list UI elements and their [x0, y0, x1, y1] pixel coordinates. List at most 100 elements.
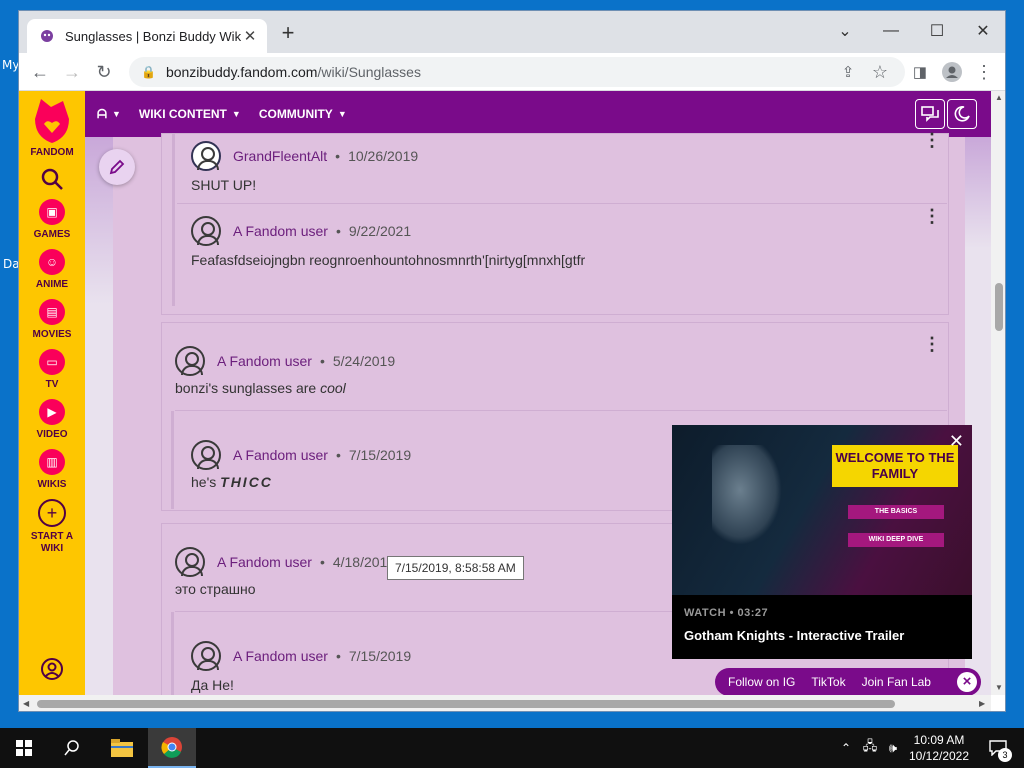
discussions-icon[interactable] — [915, 99, 945, 129]
notification-center-icon[interactable]: 3 — [980, 728, 1016, 768]
video-watch-duration: WATCH • 03:27 — [684, 607, 769, 619]
comment-author[interactable]: A Fandom user — [233, 648, 328, 664]
edit-pencil-button[interactable] — [99, 149, 135, 185]
lock-icon: 🔒 — [141, 65, 156, 79]
sidebar-label: START A WIKI — [30, 531, 74, 554]
separator: • — [319, 554, 325, 570]
user-avatar[interactable] — [191, 440, 221, 470]
url-path: /wiki/Sunglasses — [317, 64, 421, 80]
video-player-popup[interactable]: WELCOME TO THE FAMILY THE BASICS WIKI DE… — [672, 425, 972, 659]
anime-face-icon: ☺ — [38, 249, 65, 275]
close-window-icon[interactable]: ✕ — [969, 17, 997, 45]
comment-date[interactable]: 5/24/2019 — [333, 353, 395, 369]
close-tab-icon[interactable]: ✕ — [241, 27, 259, 45]
side-panel-icon[interactable]: ◨ — [907, 59, 933, 85]
sidebar-item-start-wiki[interactable]: + START A WIKI — [27, 499, 77, 555]
new-tab-button[interactable]: + — [277, 22, 299, 45]
tray-chevron-up-icon[interactable]: ⌃ — [834, 728, 858, 768]
global-search-icon[interactable] — [40, 167, 64, 191]
network-icon[interactable]: 🖧 — [858, 728, 882, 768]
video-headline: WELCOME TO THE FAMILY — [832, 445, 958, 487]
maximize-icon[interactable]: ☐ — [923, 17, 951, 45]
comment-options-icon[interactable]: ⋮ — [923, 207, 941, 225]
tab-strip: Sunglasses | Bonzi Buddy Wikia | ✕ + ⌄ —… — [19, 11, 1005, 53]
follow-ig-link[interactable]: Follow on IG — [728, 675, 795, 689]
start-button[interactable] — [0, 728, 48, 768]
dark-mode-moon-icon[interactable] — [947, 99, 977, 129]
comment-date[interactable]: 9/22/2021 — [349, 223, 411, 239]
video-title[interactable]: Gotham Knights - Interactive Trailer — [684, 628, 904, 643]
close-video-icon[interactable]: ✕ — [949, 432, 964, 450]
menu-kebab-icon[interactable]: ⋮ — [971, 59, 997, 85]
profile-avatar-icon[interactable] — [939, 59, 965, 85]
user-avatar[interactable] — [175, 547, 205, 577]
tiktok-link[interactable]: TikTok — [811, 675, 845, 689]
taskbar-clock[interactable]: 10:09 AM 10/12/2022 — [904, 732, 974, 764]
user-avatar[interactable] — [191, 141, 221, 171]
pencil-icon — [109, 159, 125, 175]
user-avatar[interactable] — [191, 216, 221, 246]
tv-icon: ▭ — [39, 349, 65, 375]
user-account-icon[interactable] — [40, 657, 64, 681]
comment-text: he's — [191, 474, 221, 490]
nav-label: COMMUNITY — [258, 107, 333, 121]
sidebar-item-anime[interactable]: ☺ ANIME — [36, 249, 68, 291]
comment-body: это страшно — [175, 581, 256, 597]
sidebar-item-games[interactable]: ▣ GAMES — [34, 199, 70, 241]
comment-author[interactable]: A Fandom user — [217, 554, 312, 570]
minimize-icon[interactable]: — — [877, 17, 905, 45]
browser-tab[interactable]: Sunglasses | Bonzi Buddy Wikia | ✕ — [27, 19, 267, 53]
comment-date[interactable]: 10/26/2019 — [348, 148, 418, 164]
tab-search-icon[interactable]: ⌄ — [831, 17, 859, 45]
vertical-scroll-thumb[interactable] — [995, 283, 1003, 331]
chrome-taskbar-icon[interactable] — [148, 728, 196, 768]
sidebar-item-wikis[interactable]: ▥ WIKIS — [38, 449, 66, 491]
separator: • — [335, 223, 341, 239]
comment-author[interactable]: A Fandom user — [217, 353, 312, 369]
horizontal-scrollbar[interactable]: ◀ ▶ — [19, 695, 991, 711]
nav-wiki-content[interactable]: WIKI CONTENT ▼ — [139, 107, 241, 121]
sidebar-item-tv[interactable]: ▭ TV — [39, 349, 65, 391]
horizontal-scroll-thumb[interactable] — [37, 700, 895, 708]
reload-icon[interactable]: ↻ — [91, 59, 117, 85]
comment-author[interactable]: A Fandom user — [233, 223, 328, 239]
scroll-right-arrow-icon[interactable]: ▶ — [979, 699, 985, 708]
comment-header: A Fandom user • 7/15/2019 — [191, 440, 411, 470]
video-character-image — [712, 445, 782, 545]
comment-author[interactable]: GrandFleentAlt — [233, 148, 327, 164]
vertical-scrollbar[interactable]: ▲ ▼ — [991, 91, 1005, 695]
user-avatar[interactable] — [175, 346, 205, 376]
comment-options-icon[interactable]: ⋮ — [923, 335, 941, 353]
fandom-logo[interactable]: FANDOM — [30, 99, 74, 159]
browser-window: Sunglasses | Bonzi Buddy Wikia | ✕ + ⌄ —… — [18, 10, 1006, 712]
join-fan-lab-link[interactable]: Join Fan Lab — [862, 675, 931, 689]
bookmark-star-icon[interactable]: ☆ — [867, 59, 893, 85]
scroll-down-arrow-icon[interactable]: ▼ — [995, 683, 1003, 692]
back-icon[interactable]: ← — [27, 59, 53, 85]
comment-emphasis: THICC — [220, 474, 273, 490]
comment-date[interactable]: 7/15/2019 — [349, 447, 411, 463]
file-explorer-icon[interactable] — [98, 728, 146, 768]
separator: • — [335, 648, 341, 664]
video-tag: WIKI DEEP DIVE — [848, 533, 944, 547]
volume-icon[interactable]: 🕪 — [882, 728, 904, 768]
comment-date[interactable]: 4/18/2019 — [333, 554, 395, 570]
scroll-up-arrow-icon[interactable]: ▲ — [995, 93, 1003, 102]
sidebar-item-movies[interactable]: ▤ MOVIES — [33, 299, 71, 341]
comment-options-icon[interactable]: ⋮ — [923, 131, 941, 149]
forward-icon[interactable]: → — [59, 59, 85, 85]
wiki-home-menu[interactable]: ᗩ ▼ — [97, 107, 121, 122]
nav-community[interactable]: COMMUNITY ▼ — [259, 107, 347, 121]
share-icon[interactable]: ⇪ — [835, 59, 861, 85]
user-avatar[interactable] — [191, 641, 221, 671]
comment-date[interactable]: 7/15/2019 — [349, 648, 411, 664]
background-decoration — [85, 137, 113, 695]
sidebar-item-video[interactable]: ▶ VIDEO — [36, 399, 68, 441]
close-social-bar-icon[interactable]: × — [957, 672, 977, 692]
address-bar[interactable]: 🔒 bonzibuddy.fandom.com/wiki/Sunglasses — [129, 57, 905, 87]
search-icon[interactable] — [48, 728, 96, 768]
video-thumbnail[interactable]: WELCOME TO THE FAMILY THE BASICS WIKI DE… — [672, 425, 972, 595]
comment-header: A Fandom user • 7/15/2019 — [191, 641, 411, 671]
comment-author[interactable]: A Fandom user — [233, 447, 328, 463]
scroll-left-arrow-icon[interactable]: ◀ — [23, 699, 29, 708]
